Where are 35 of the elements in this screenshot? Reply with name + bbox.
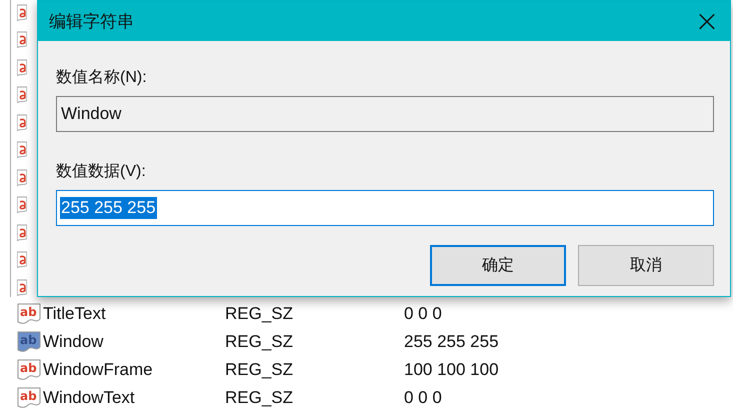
value-data: 0 0 0 <box>404 304 442 324</box>
value-data-field[interactable]: 255 255 255 <box>56 190 714 226</box>
value-name-label: 数值名称(N): <box>56 68 148 87</box>
string-value-icon <box>17 278 27 297</box>
value-data: 255 255 255 <box>404 332 499 352</box>
ok-button[interactable]: 确定 <box>430 245 566 286</box>
string-value-icon <box>17 141 27 160</box>
value-type: REG_SZ <box>225 332 294 352</box>
string-value-icon <box>17 251 27 270</box>
cancel-button[interactable]: 取消 <box>578 245 714 286</box>
string-value-icon: ab <box>17 303 41 325</box>
value-name[interactable]: TitleText <box>41 304 225 324</box>
value-name-field[interactable]: Window <box>56 96 714 132</box>
value-name[interactable]: WindowFrame <box>41 360 225 380</box>
string-value-icon <box>17 114 27 132</box>
string-value-icon: ab <box>17 331 41 353</box>
string-value-icon <box>17 196 27 215</box>
string-value-icon: ab <box>17 359 41 381</box>
string-value-icon <box>17 224 27 242</box>
string-value-icon <box>17 4 27 22</box>
value-name[interactable]: Window <box>41 332 225 352</box>
value-data: 0 0 0 <box>404 388 442 408</box>
string-value-icon <box>17 168 27 188</box>
string-value-icon <box>17 31 27 50</box>
value-name[interactable]: WindowText <box>41 388 225 408</box>
value-data-label: 数值数据(V): <box>56 162 147 181</box>
value-type: REG_SZ <box>225 388 294 408</box>
string-value-icon <box>17 58 27 78</box>
close-button[interactable]: × <box>684 1 730 41</box>
string-value-icon <box>17 86 27 105</box>
value-type: REG_SZ <box>225 304 294 324</box>
value-data: 100 100 100 <box>404 360 499 380</box>
dialog-title: 编辑字符串 <box>49 10 134 32</box>
string-value-icon: ab <box>17 387 41 409</box>
value-type: REG_SZ <box>225 360 294 380</box>
